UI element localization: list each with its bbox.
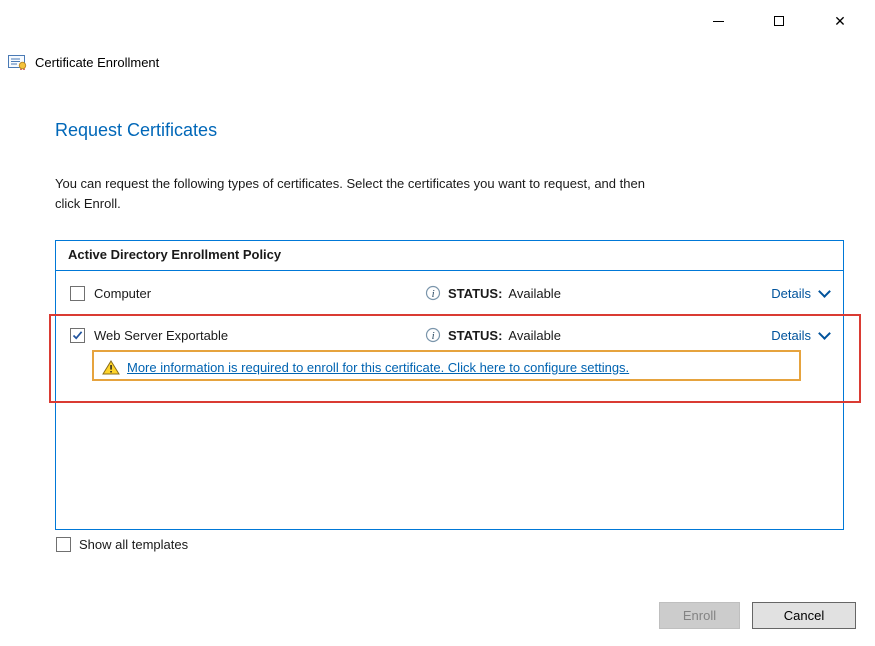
- minimize-button[interactable]: [701, 6, 735, 36]
- info-icon: i: [425, 285, 441, 301]
- details-label: Details: [771, 286, 811, 301]
- titlebar: Certificate Enrollment: [8, 54, 159, 70]
- minimize-icon: [713, 21, 724, 22]
- certificate-row-web-server-exportable: Web Server Exportable i STATUS: Availabl…: [56, 322, 843, 348]
- certificate-label-web-server-exportable: Web Server Exportable: [94, 328, 425, 343]
- status-value: Available: [508, 286, 561, 301]
- cancel-button[interactable]: Cancel: [752, 602, 856, 629]
- window-controls: ✕: [674, 6, 857, 36]
- check-icon: [72, 330, 83, 341]
- info-icon: i: [425, 327, 441, 343]
- maximize-icon: [774, 16, 784, 26]
- status-value: Available: [508, 328, 561, 343]
- chevron-down-icon: [818, 327, 831, 340]
- certificate-row-computer: Computer i STATUS: Available Details: [56, 280, 843, 306]
- status-label: STATUS:: [448, 328, 502, 343]
- page-title: Request Certificates: [55, 120, 217, 141]
- chevron-down-icon: [818, 285, 831, 298]
- show-all-templates: Show all templates: [56, 537, 188, 552]
- status-label: STATUS:: [448, 286, 502, 301]
- certificate-label-computer: Computer: [94, 286, 425, 301]
- enrollment-policy-panel: Active Directory Enrollment Policy Compu…: [55, 240, 844, 530]
- description-line-2: click Enroll.: [55, 194, 645, 214]
- window-title: Certificate Enrollment: [35, 55, 159, 70]
- close-button[interactable]: ✕: [823, 6, 857, 36]
- page-description: You can request the following types of c…: [55, 174, 645, 214]
- svg-text:i: i: [432, 288, 435, 300]
- show-all-templates-label: Show all templates: [79, 537, 188, 552]
- details-label: Details: [771, 328, 811, 343]
- maximize-button[interactable]: [762, 6, 796, 36]
- details-toggle-computer[interactable]: Details: [771, 286, 829, 301]
- show-all-templates-checkbox[interactable]: [56, 537, 71, 552]
- computer-checkbox[interactable]: [70, 286, 85, 301]
- description-line-1: You can request the following types of c…: [55, 174, 645, 194]
- details-toggle-web-server-exportable[interactable]: Details: [771, 328, 829, 343]
- warning-icon: [102, 360, 120, 375]
- status-group-computer: i STATUS: Available: [425, 285, 561, 301]
- policy-panel-header: Active Directory Enrollment Policy: [56, 241, 843, 271]
- certificate-enrollment-icon: [8, 54, 28, 70]
- svg-text:i: i: [432, 330, 435, 342]
- close-icon: ✕: [834, 14, 846, 28]
- status-group-web-server-exportable: i STATUS: Available: [425, 327, 561, 343]
- web-server-exportable-checkbox[interactable]: [70, 328, 85, 343]
- certificate-enrollment-window: ✕ Certificate Enrollment Request Certifi…: [0, 0, 875, 646]
- enroll-button[interactable]: Enroll: [659, 602, 740, 629]
- configure-settings-link[interactable]: More information is required to enroll f…: [127, 360, 629, 375]
- more-info-row: More information is required to enroll f…: [56, 354, 843, 380]
